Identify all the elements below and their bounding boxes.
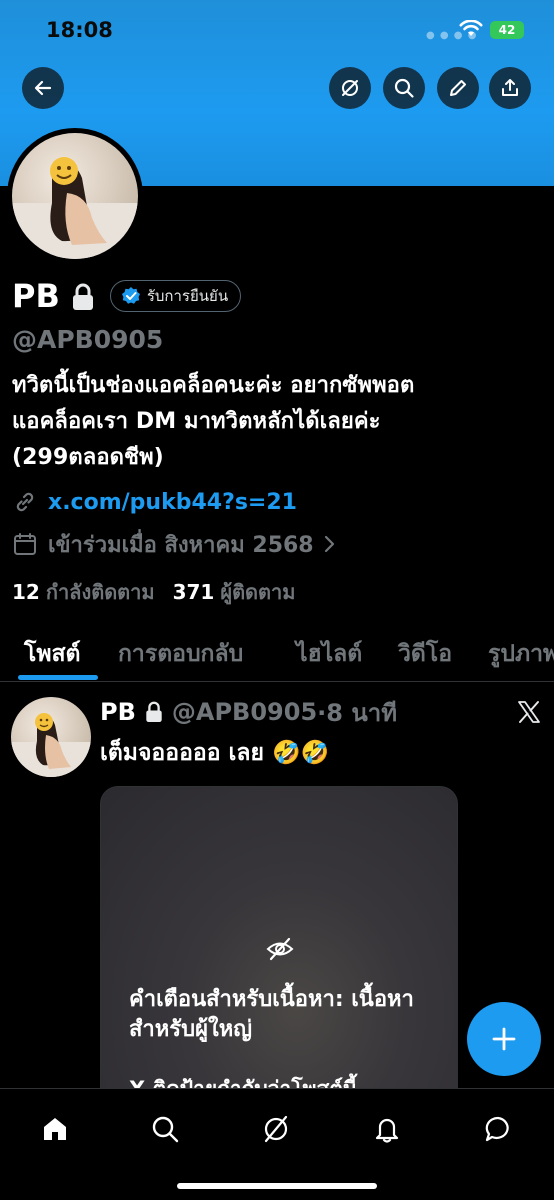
edit-icon [450,80,466,96]
battery-level: 42 [498,23,516,37]
nav-grok[interactable] [254,1107,298,1151]
tab-highlights[interactable]: ไฮไลต์ [296,636,362,672]
bio-line: ทวิตนี้เป็นช่องแอคล็อคนะค่ะ อยากซัพพอต [12,373,415,398]
nav-notifications[interactable] [365,1107,409,1151]
profile-handle: @APB0905 [12,325,164,354]
x-logo-icon[interactable] [516,699,542,725]
link-icon [16,492,34,512]
nav-home[interactable] [33,1107,77,1151]
wifi-icon [459,20,483,36]
compose-button[interactable] [467,1002,541,1076]
profile-link[interactable]: x.com/pukb44?s=21 [48,490,297,515]
avatar-photo [11,713,91,777]
messages-icon [485,1116,509,1142]
post-avatar[interactable] [11,697,91,777]
tab-videos[interactable]: วิดีโอ [398,636,452,672]
search-icon [152,1116,179,1143]
share-icon [502,79,518,96]
tab-posts[interactable]: โพสต์ [24,636,81,672]
sensitive-media-card[interactable]: คำเตือนสำหรับเนื้อหา: เนื้อหาสำหรับผู้ให… [100,786,458,1106]
notifications-icon [375,1118,399,1143]
bio-line: แอคล็อคเรา DM มาทวิตหลักได้เลยค่ะ [12,409,381,434]
following-count[interactable]: 12 [12,580,40,604]
hidden-eye-icon [266,937,294,961]
post-text: เต็มจอออออ เลย 🤣🤣 [100,740,330,766]
search-icon [394,78,414,98]
profile-joined-row[interactable]: เข้าร่วมเมื่อ สิงหาคม 2568 [12,524,542,564]
edit-button[interactable] [437,67,479,109]
avatar-photo [12,157,138,259]
post-author-name[interactable]: PB [100,698,136,726]
post-author-handle[interactable]: @APB0905 [172,698,317,726]
follow-stats: 12 กำลังติดตาม 371 ผู้ติดตาม [12,576,542,610]
lock-icon [72,283,93,310]
post-time: ·8 นาที [317,698,398,727]
grok-button[interactable] [329,67,371,109]
avatar-image [11,697,91,777]
battery-icon: 42 [490,21,524,39]
search-button[interactable] [383,67,425,109]
avatar-image [12,133,138,259]
followers-count[interactable]: 371 [173,580,215,604]
status-bar: 18:08 ● ● ● ● 42 [0,0,554,60]
verified-badge-icon [121,287,140,304]
nav-messages[interactable] [476,1107,520,1151]
active-tab-indicator [18,675,98,680]
share-button[interactable] [489,67,531,109]
tab-media[interactable]: รูปภาพ [488,636,554,672]
profile-tabs: โพสต์ การตอบกลับ ไฮไลต์ วิดีโอ รูปภาพ [0,626,554,682]
back-button[interactable] [22,67,64,109]
lock-icon [146,701,162,722]
following-label[interactable]: กำลังติดตาม [46,576,155,608]
chevron-right-icon [324,535,334,553]
profile-info: PB รับการยืนยัน @APB0905 ทวิตนี้เป็นช่อง… [12,274,542,610]
joined-date: เข้าร่วมเมื่อ สิงหาคม 2568 [48,532,314,558]
post-header: PB @APB0905 ·8 นาที [100,694,397,730]
get-verified-button[interactable]: รับการยืนยัน [109,280,242,312]
tab-replies[interactable]: การตอบกลับ [118,636,243,672]
status-time: 18:08 [46,18,113,42]
home-icon [44,1118,66,1140]
bio-line: (299ตลอดชีพ) [12,445,164,470]
profile-bio: ทวิตนี้เป็นช่องแอคล็อคนะค่ะ อยากซัพพอต แ… [12,368,542,476]
plus-icon [492,1027,516,1051]
arrow-left-icon [34,80,52,96]
followers-label[interactable]: ผู้ติดตาม [220,576,295,608]
profile-avatar[interactable] [7,128,143,264]
calendar-icon [14,533,36,555]
profile-link-row: x.com/pukb44?s=21 [12,482,542,522]
home-indicator [177,1183,377,1189]
hide-icon [342,80,358,96]
verify-label: รับการยืนยัน [146,287,229,305]
nav-search[interactable] [143,1107,187,1151]
profile-name: PB [12,277,60,315]
content-warning-title: คำเตือนสำหรับเนื้อหา: เนื้อหาสำหรับผู้ให… [129,987,414,1042]
grok-icon [264,1115,288,1143]
